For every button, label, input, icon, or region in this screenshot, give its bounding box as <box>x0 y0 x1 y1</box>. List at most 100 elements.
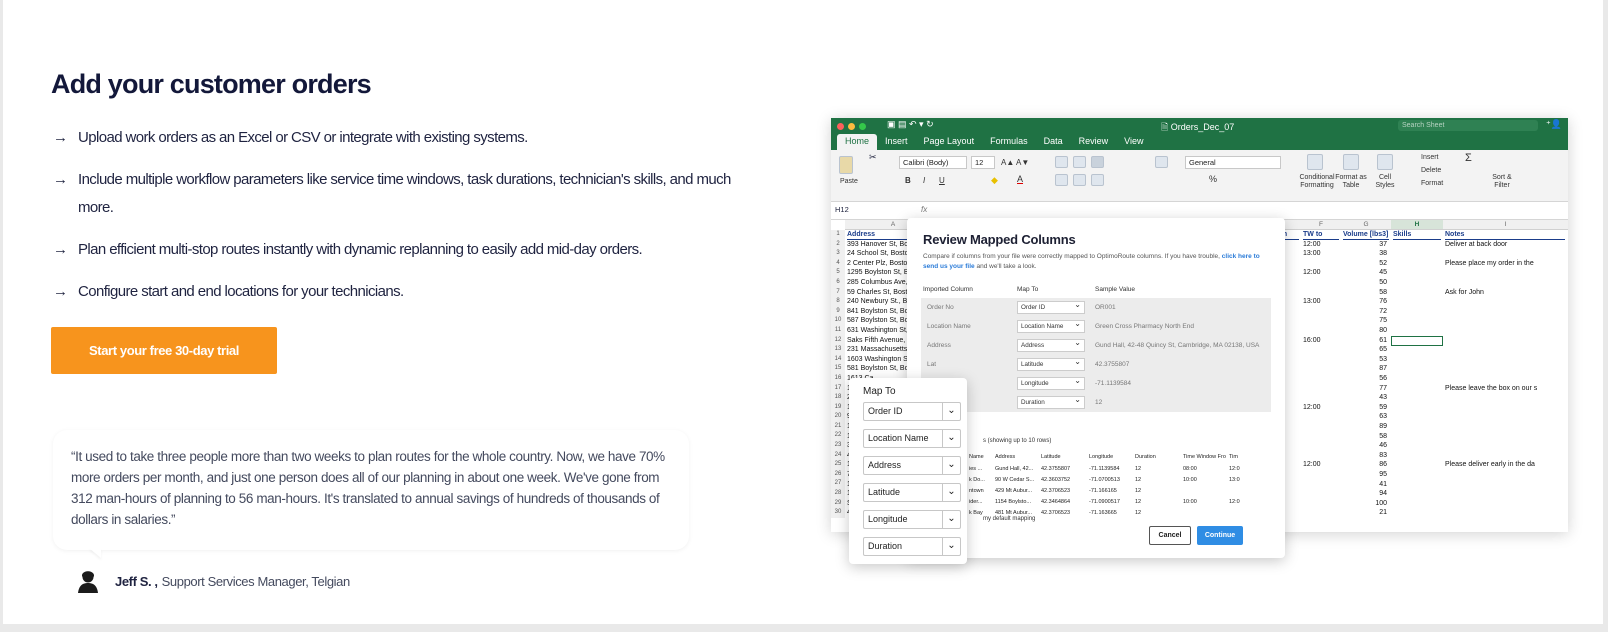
cell-styles-icon[interactable] <box>1377 154 1393 170</box>
tab-formulas[interactable]: Formulas <box>982 134 1036 150</box>
delete-button[interactable]: Delete <box>1421 167 1441 174</box>
autosum-icon[interactable]: Σ <box>1465 152 1472 164</box>
row-number[interactable]: 14 <box>831 355 845 365</box>
page: Add your customer orders → Upload work or… <box>3 0 1603 624</box>
row-number[interactable]: 25 <box>831 460 845 470</box>
row-number[interactable]: 9 <box>831 307 845 317</box>
formula-input[interactable] <box>941 205 1541 216</box>
row-number[interactable]: 30 <box>831 508 845 518</box>
row-number[interactable]: 5 <box>831 268 845 278</box>
start-trial-button[interactable]: Start your free 30-day trial <box>51 327 277 374</box>
insert-button[interactable]: Insert <box>1421 154 1439 161</box>
row-number[interactable]: 18 <box>831 393 845 403</box>
row-number[interactable]: 3 <box>831 249 845 259</box>
number-format-select[interactable]: General <box>1185 156 1281 169</box>
map-to-select[interactable]: Order ID <box>1017 299 1085 314</box>
map-to-option-select[interactable]: Longitude ⌄ <box>863 510 961 529</box>
row-number[interactable]: 23 <box>831 441 845 451</box>
maximize-window-icon[interactable] <box>859 123 866 130</box>
row-number[interactable]: 6 <box>831 278 845 288</box>
align-middle-icon[interactable] <box>1073 156 1086 168</box>
close-window-icon[interactable] <box>837 123 844 130</box>
mapping-row: Location Name Location Name Green Cross Ph… <box>921 317 1271 336</box>
column-header[interactable]: I <box>1443 220 1568 230</box>
align-right-icon[interactable] <box>1091 174 1104 186</box>
wrap-text-icon[interactable] <box>1155 156 1168 168</box>
percent-icon[interactable]: % <box>1209 174 1217 184</box>
row-number[interactable]: 26 <box>831 470 845 480</box>
map-to-select[interactable]: Latitude <box>1017 356 1085 371</box>
conditional-formatting-icon[interactable] <box>1307 154 1323 170</box>
tab-data[interactable]: Data <box>1036 134 1071 150</box>
search-sheet-input[interactable]: Search Sheet <box>1398 120 1538 131</box>
row-number[interactable]: 27 <box>831 479 845 489</box>
row-number[interactable]: 1 <box>831 230 845 240</box>
font-size-select[interactable]: 12 <box>971 156 995 169</box>
row-number[interactable]: 13 <box>831 345 845 355</box>
align-center-icon[interactable] <box>1073 174 1086 186</box>
tab-home[interactable]: Home <box>837 134 878 150</box>
row-number[interactable]: 16 <box>831 374 845 384</box>
map-to-option-select[interactable]: Latitude ⌄ <box>863 483 961 502</box>
column-header[interactable]: G <box>1341 220 1391 230</box>
format-table-icon[interactable] <box>1343 154 1359 170</box>
cut-icon[interactable]: ✂ <box>869 152 877 163</box>
mapping-row: Address Address Gund Hall, 42-48 Quincy St… <box>921 336 1271 355</box>
map-to-select[interactable]: Longitude <box>1017 375 1085 390</box>
row-number[interactable]: 12 <box>831 336 845 346</box>
map-to-option-select[interactable]: Location Name ⌄ <box>863 429 961 448</box>
map-to-select[interactable]: Duration <box>1017 394 1085 409</box>
font-name-select[interactable]: Calibri (Body) <box>899 156 967 169</box>
minimize-window-icon[interactable] <box>848 123 855 130</box>
row-number[interactable]: 21 <box>831 422 845 432</box>
column-header[interactable]: H <box>1391 220 1443 230</box>
tab-view[interactable]: View <box>1116 134 1151 150</box>
row-number[interactable]: 29 <box>831 499 845 509</box>
name-box[interactable]: H12 <box>835 205 849 214</box>
tab-page-layout[interactable]: Page Layout <box>916 134 983 150</box>
align-bottom-icon[interactable] <box>1091 156 1104 168</box>
row-number[interactable]: 24 <box>831 451 845 461</box>
tab-insert[interactable]: Insert <box>877 134 916 150</box>
sort-filter-label[interactable]: Sort & Filter <box>1491 174 1513 190</box>
row-number[interactable]: 28 <box>831 489 845 499</box>
map-to-option-select[interactable]: Address ⌄ <box>863 456 961 475</box>
tw-to-cell: 12:00 <box>1303 461 1321 469</box>
paste-icon[interactable] <box>839 156 853 174</box>
row-number[interactable]: 22 <box>831 431 845 441</box>
map-to-select[interactable]: Address <box>1017 337 1085 352</box>
map-to-option-select[interactable]: Order ID ⌄ <box>863 402 961 421</box>
row-number[interactable]: 11 <box>831 326 845 336</box>
row-number[interactable]: 17 <box>831 384 845 394</box>
column-header[interactable]: F <box>1301 220 1341 230</box>
tab-review[interactable]: Review <box>1071 134 1117 150</box>
align-top-icon[interactable] <box>1055 156 1068 168</box>
continue-button[interactable]: Continue <box>1197 526 1243 545</box>
selected-cell[interactable] <box>1391 335 1443 346</box>
underline-icon[interactable]: U <box>939 176 945 185</box>
row-number[interactable]: 15 <box>831 364 845 374</box>
format-button[interactable]: Format <box>1421 180 1443 187</box>
map-to-option-select[interactable]: Duration ⌄ <box>863 537 961 556</box>
font-color-icon[interactable]: A <box>1017 174 1023 184</box>
map-to-select[interactable]: Location Name <box>1017 318 1085 333</box>
share-icon[interactable]: ⁺👤 <box>1546 119 1562 130</box>
row-number[interactable]: 20 <box>831 412 845 422</box>
default-mapping-label[interactable]: my default mapping <box>983 516 1035 522</box>
row-number[interactable]: 7 <box>831 288 845 298</box>
cancel-button[interactable]: Cancel <box>1149 526 1191 545</box>
row-number[interactable]: 19 <box>831 403 845 413</box>
row-number[interactable]: 2 <box>831 240 845 250</box>
notes-cell <box>1445 336 1565 346</box>
notes-cell <box>1445 345 1565 355</box>
italic-icon[interactable]: I <box>923 176 925 185</box>
row-number[interactable]: 10 <box>831 316 845 326</box>
bold-icon[interactable]: B <box>905 176 911 185</box>
align-left-icon[interactable] <box>1055 174 1068 186</box>
feature-item: → Plan efficient multi-stop routes instan… <box>53 236 733 264</box>
row-number[interactable]: 8 <box>831 297 845 307</box>
font-grow-icons[interactable]: A▲ A▼ <box>1001 158 1029 167</box>
fill-color-icon[interactable]: ◆ <box>991 175 998 186</box>
notes-cell: Please leave the box on our s <box>1445 384 1538 392</box>
row-number[interactable]: 4 <box>831 259 845 269</box>
